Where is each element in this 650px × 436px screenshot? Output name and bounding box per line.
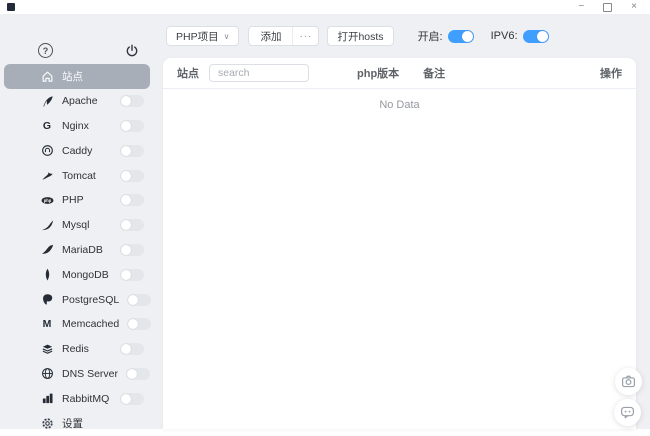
ipv6-toggle[interactable] bbox=[523, 30, 549, 43]
main-area: PHP项目 ∨ 添加 ··· 打开hosts 开启: IPV6: 站点 php版… bbox=[160, 14, 650, 429]
svg-text:php: php bbox=[43, 198, 51, 203]
sidebar-nav: 站点 Apache G Nginx Caddy bbox=[0, 64, 160, 436]
redis-toggle[interactable] bbox=[120, 343, 144, 355]
sites-table-card: 站点 php版本 备注 操作 No Data bbox=[163, 58, 636, 429]
search-input[interactable] bbox=[209, 64, 309, 82]
enable-toggle[interactable] bbox=[448, 30, 474, 43]
maximize-icon bbox=[603, 3, 612, 12]
redis-cube-icon bbox=[40, 342, 54, 356]
app-window: − × ? 站点 Apache bbox=[0, 0, 650, 429]
nginx-logo-icon: G bbox=[40, 121, 54, 132]
memcached-m-icon: M bbox=[40, 319, 54, 330]
col-action: 操作 bbox=[600, 65, 622, 81]
sidebar-item-rabbitmq[interactable]: RabbitMQ bbox=[0, 386, 160, 411]
apache-feather-icon bbox=[40, 94, 54, 108]
caddy-lock-icon bbox=[40, 144, 54, 158]
sidebar-item-caddy[interactable]: Caddy bbox=[0, 138, 160, 163]
sidebar-item-dns-server[interactable]: DNS Server bbox=[0, 362, 160, 387]
sidebar: ? 站点 Apache G Nginx bbox=[0, 14, 160, 429]
screenshot-button[interactable] bbox=[615, 368, 642, 395]
apache-toggle[interactable] bbox=[120, 95, 144, 107]
power-icon[interactable] bbox=[125, 44, 139, 58]
php-toggle[interactable] bbox=[120, 194, 144, 206]
col-remark: 备注 bbox=[423, 65, 445, 81]
caddy-toggle[interactable] bbox=[120, 145, 144, 157]
sidebar-item-settings[interactable]: 设置 bbox=[0, 411, 160, 436]
tomcat-cat-icon bbox=[40, 169, 54, 183]
memcached-toggle[interactable] bbox=[127, 318, 151, 330]
col-site: 站点 bbox=[177, 65, 199, 81]
sidebar-item-postgresql[interactable]: PostgreSQL bbox=[0, 287, 160, 312]
gear-icon bbox=[40, 417, 54, 431]
minimize-button[interactable]: − bbox=[578, 1, 584, 13]
chat-bubble-icon bbox=[620, 405, 635, 420]
mongodb-toggle[interactable] bbox=[120, 269, 144, 281]
more-options-button[interactable]: ··· bbox=[292, 27, 318, 45]
postgresql-elephant-icon bbox=[40, 293, 54, 307]
tomcat-toggle[interactable] bbox=[120, 170, 144, 182]
sidebar-item-mariadb[interactable]: MariaDB bbox=[0, 238, 160, 263]
maximize-button[interactable] bbox=[603, 1, 612, 13]
feedback-button[interactable] bbox=[614, 399, 641, 426]
open-hosts-button[interactable]: 打开hosts bbox=[327, 26, 393, 46]
help-icon[interactable]: ? bbox=[38, 43, 53, 58]
rabbitmq-bars-icon bbox=[40, 392, 54, 406]
php-project-dropdown[interactable]: PHP项目 ∨ bbox=[166, 26, 239, 46]
sidebar-item-nginx[interactable]: G Nginx bbox=[0, 114, 160, 139]
rabbitmq-toggle[interactable] bbox=[120, 393, 144, 405]
sidebar-item-apache[interactable]: Apache bbox=[0, 89, 160, 114]
enable-label: 开启: bbox=[418, 28, 443, 44]
table-header: 站点 php版本 备注 操作 bbox=[163, 58, 636, 89]
empty-state: No Data bbox=[163, 89, 636, 111]
home-icon bbox=[40, 69, 54, 83]
sidebar-item-tomcat[interactable]: Tomcat bbox=[0, 163, 160, 188]
ipv6-label: IPV6: bbox=[491, 30, 518, 42]
dns-server-toggle[interactable] bbox=[126, 368, 150, 380]
nginx-toggle[interactable] bbox=[120, 120, 144, 132]
sidebar-item-mongodb[interactable]: MongoDB bbox=[0, 262, 160, 287]
close-button[interactable]: × bbox=[631, 1, 637, 13]
sidebar-item-mysql[interactable]: Mysql bbox=[0, 213, 160, 238]
col-php-version: php版本 bbox=[357, 65, 399, 81]
postgresql-toggle[interactable] bbox=[127, 294, 151, 306]
add-button[interactable]: 添加 bbox=[249, 27, 292, 45]
mysql-toggle[interactable] bbox=[120, 219, 144, 231]
mysql-dolphin-icon bbox=[40, 218, 54, 232]
sidebar-item-php[interactable]: php PHP bbox=[0, 188, 160, 213]
sidebar-item-sites[interactable]: 站点 bbox=[4, 64, 150, 89]
mongodb-leaf-icon bbox=[40, 268, 54, 282]
sidebar-item-redis[interactable]: Redis bbox=[0, 337, 160, 362]
mariadb-seal-icon bbox=[40, 243, 54, 257]
toolbar: PHP项目 ∨ 添加 ··· 打开hosts 开启: IPV6: bbox=[166, 26, 650, 46]
app-logo-icon bbox=[7, 3, 15, 11]
dns-globe-icon bbox=[40, 367, 54, 381]
camera-icon bbox=[621, 374, 636, 389]
sidebar-item-memcached[interactable]: M Memcached bbox=[0, 312, 160, 337]
titlebar: − × bbox=[0, 0, 650, 14]
chevron-down-icon: ∨ bbox=[224, 32, 230, 41]
mariadb-toggle[interactable] bbox=[120, 244, 144, 256]
php-elephant-icon: php bbox=[40, 193, 54, 207]
